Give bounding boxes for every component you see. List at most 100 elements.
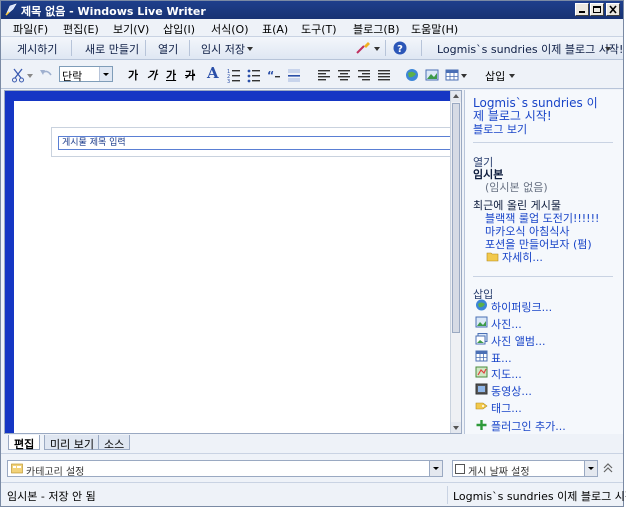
italic-button[interactable]: 가 [147,67,157,83]
menu-file[interactable]: 파일(F) [13,21,48,37]
menu-blog[interactable]: 블로그(B) [353,21,400,37]
chevron-down-icon[interactable] [461,74,467,78]
close-icon [609,5,617,14]
publish-date-field[interactable]: 게시 날짜 설정 [452,460,598,478]
insert-tags[interactable]: 태그... [491,400,522,416]
more-posts-link[interactable]: 자세히... [502,249,543,265]
chevron-down-icon[interactable] [605,47,611,51]
draft-status: 임시본 - 저장 안 됨 [7,490,96,503]
chevron-down-icon [588,467,594,470]
chevron-down-icon[interactable] [374,47,380,51]
divider [473,276,613,277]
current-blog-status: Logmis`s sundries 이제 블로그 시작! [453,490,626,503]
picture-icon [475,316,488,328]
theme-brush-icon[interactable] [355,41,373,55]
menu-bar: 파일(F) 편집(E) 보기(V) 삽입(I) 서식(O) 표(A) 도구(T)… [1,19,623,37]
bulleted-list-icon[interactable] [247,67,261,83]
category-select[interactable]: 카테고리 설정 [7,460,443,478]
collapse-icon[interactable] [603,463,613,473]
maximize-icon [593,6,601,13]
hyperlink-icon[interactable] [405,67,419,83]
menu-insert[interactable]: 삽입(I) [163,21,195,37]
blog-theme-header [5,91,452,101]
no-drafts-text: (임시본 없음) [485,181,548,194]
bold-button[interactable]: 가 [128,67,138,83]
tab-edit[interactable]: 편집 [8,435,41,451]
view-blog-link[interactable]: 블로그 보기 [473,121,527,137]
font-color-button[interactable]: A [207,64,219,82]
chevron-down-icon [453,426,459,430]
blockquote-icon[interactable]: “ [267,67,281,83]
post-properties-bar: 카테고리 설정 게시 날짜 설정 [1,453,623,481]
open-button[interactable]: 열기 [158,41,178,57]
publish-date-label: 게시 날짜 설정 [468,467,530,478]
minimize-button[interactable] [575,3,589,16]
menu-table[interactable]: 표(A) [262,21,288,37]
insert-table[interactable]: 표... [491,350,512,366]
status-bar: 임시본 - 저장 안 됨 Logmis`s sundries 이제 블로그 시작… [1,482,626,506]
view-tabs: 편집 미리 보기 소스 [4,435,462,451]
table-icon[interactable] [445,67,459,83]
menu-edit[interactable]: 편집(E) [63,21,99,37]
blog-selector[interactable]: Logmis`s sundries 이제 블로그 시작! [437,41,623,57]
insert-photo-album[interactable]: 사진 앨범... [491,333,545,349]
window-title: 제목 없음 - Windows Live Writer [21,5,206,18]
underline-button[interactable]: 가 [166,67,176,83]
publish-button[interactable]: 게시하기 [17,41,57,57]
scroll-thumb[interactable] [452,103,460,333]
insert-map[interactable]: 지도... [491,366,522,382]
editor-pane[interactable]: 게시물 제목 입력 [4,90,462,434]
new-post-button[interactable]: 새로 만들기 [85,41,139,57]
writer-app-icon [5,3,17,16]
category-dropdown-button[interactable] [429,461,442,476]
tab-source[interactable]: 소스 [98,435,131,451]
editor-scrollbar[interactable] [450,91,461,433]
numbered-list-icon[interactable]: 1 2 3 [227,67,241,83]
svg-text:“: “ [267,69,274,82]
menu-view[interactable]: 보기(V) [113,21,149,37]
command-bar: 게시하기 새로 만들기 열기 임시 저장 ? Logmis`s sundries… [1,37,623,60]
date-dropdown-button[interactable] [584,461,597,476]
align-left-icon[interactable] [317,67,331,83]
insert-video[interactable]: 동영상... [491,383,532,399]
separator [421,40,422,56]
save-draft-button[interactable]: 임시 저장 [201,41,245,57]
post-title-input[interactable]: 게시물 제목 입력 [58,136,452,150]
justify-icon[interactable] [377,67,391,83]
menu-format[interactable]: 서식(O) [211,21,248,37]
chevron-down-icon [103,73,109,76]
menu-help[interactable]: 도움말(H) [411,21,458,37]
insert-picture[interactable]: 사진... [491,316,522,332]
cut-icon[interactable] [11,67,25,83]
align-center-icon[interactable] [337,67,351,83]
scroll-down-button[interactable] [451,422,461,433]
chevron-down-icon[interactable] [509,74,515,78]
close-button[interactable] [606,3,620,16]
sidebar-panel: Logmis`s sundries 이 제 블로그 시작! 블로그 보기 열기 … [464,90,623,434]
checkbox[interactable] [455,464,465,474]
maximize-button[interactable] [590,3,604,16]
picture-icon[interactable] [425,67,439,83]
photo-album-icon [475,333,488,345]
add-plugin-link[interactable]: 플러그인 추가... [491,418,566,434]
strikethrough-button[interactable]: 가 [185,67,195,83]
chevron-down-icon[interactable] [247,47,253,51]
scroll-up-button[interactable] [451,91,461,102]
insert-hyperlink[interactable]: 하이퍼링크... [491,299,552,315]
dropdown-arrow[interactable] [99,67,112,81]
folder-icon [486,252,499,262]
insert-menu-button[interactable]: 삽입 [485,68,505,84]
tab-preview[interactable]: 미리 보기 [44,435,100,451]
svg-text:3: 3 [227,79,230,83]
menu-tools[interactable]: 도구(T) [301,21,337,37]
title-bar: 제목 없음 - Windows Live Writer [1,1,623,19]
map-icon [475,366,488,378]
table-icon [475,350,488,362]
horizontal-line-icon[interactable] [287,67,301,83]
divider [447,486,448,504]
undo-icon[interactable] [39,67,53,83]
paragraph-style-select[interactable]: 단락 [59,66,113,83]
chevron-down-icon[interactable] [27,74,33,78]
align-right-icon[interactable] [357,67,371,83]
help-icon[interactable]: ? [393,41,407,55]
